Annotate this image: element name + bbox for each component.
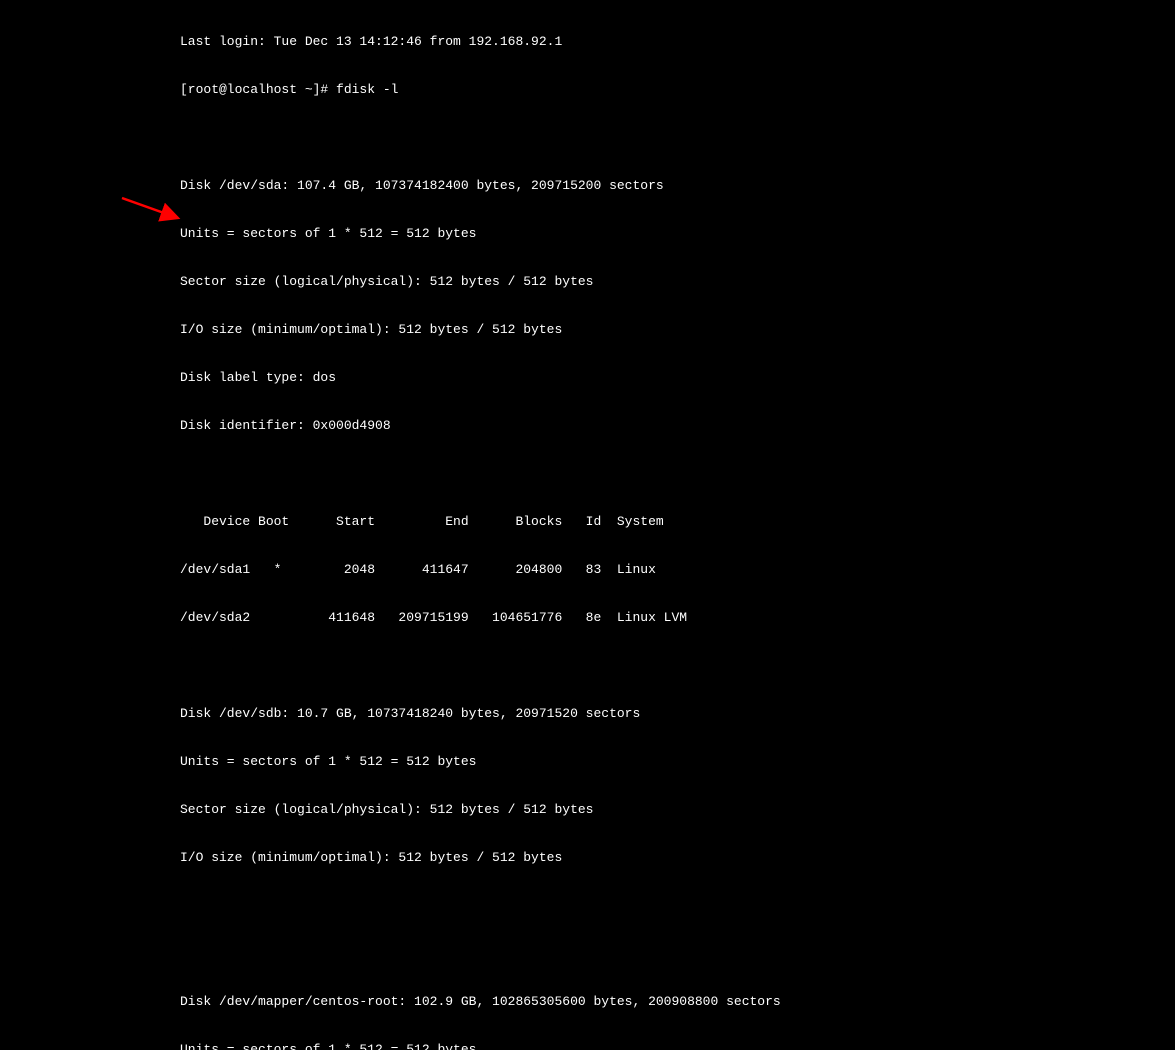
terminal-output[interactable]: Last login: Tue Dec 13 14:12:46 from 192… bbox=[0, 0, 1175, 1050]
terminal-line: Disk /dev/sda: 107.4 GB, 107374182400 by… bbox=[180, 178, 1175, 194]
terminal-line bbox=[180, 130, 1175, 146]
terminal-line: [root@localhost ~]# fdisk -l bbox=[180, 82, 1175, 98]
terminal-line: Sector size (logical/physical): 512 byte… bbox=[180, 802, 1175, 818]
terminal-line: Device Boot Start End Blocks Id System bbox=[180, 514, 1175, 530]
terminal-line: /dev/sda2 411648 209715199 104651776 8e … bbox=[180, 610, 1175, 626]
terminal-line bbox=[180, 466, 1175, 482]
terminal-line: I/O size (minimum/optimal): 512 bytes / … bbox=[180, 322, 1175, 338]
terminal-line: Last login: Tue Dec 13 14:12:46 from 192… bbox=[180, 34, 1175, 50]
terminal-line bbox=[180, 946, 1175, 962]
terminal-line: Sector size (logical/physical): 512 byte… bbox=[180, 274, 1175, 290]
terminal-line: Disk label type: dos bbox=[180, 370, 1175, 386]
terminal-line: Disk /dev/sdb: 10.7 GB, 10737418240 byte… bbox=[180, 706, 1175, 722]
terminal-line: Disk identifier: 0x000d4908 bbox=[180, 418, 1175, 434]
terminal-line: Units = sectors of 1 * 512 = 512 bytes bbox=[180, 226, 1175, 242]
terminal-line: Units = sectors of 1 * 512 = 512 bytes bbox=[180, 1042, 1175, 1050]
terminal-line bbox=[180, 658, 1175, 674]
terminal-line: I/O size (minimum/optimal): 512 bytes / … bbox=[180, 850, 1175, 866]
terminal-line bbox=[180, 898, 1175, 914]
terminal-line: Disk /dev/mapper/centos-root: 102.9 GB, … bbox=[180, 994, 1175, 1010]
terminal-line: /dev/sda1 * 2048 411647 204800 83 Linux bbox=[180, 562, 1175, 578]
terminal-line: Units = sectors of 1 * 512 = 512 bytes bbox=[180, 754, 1175, 770]
